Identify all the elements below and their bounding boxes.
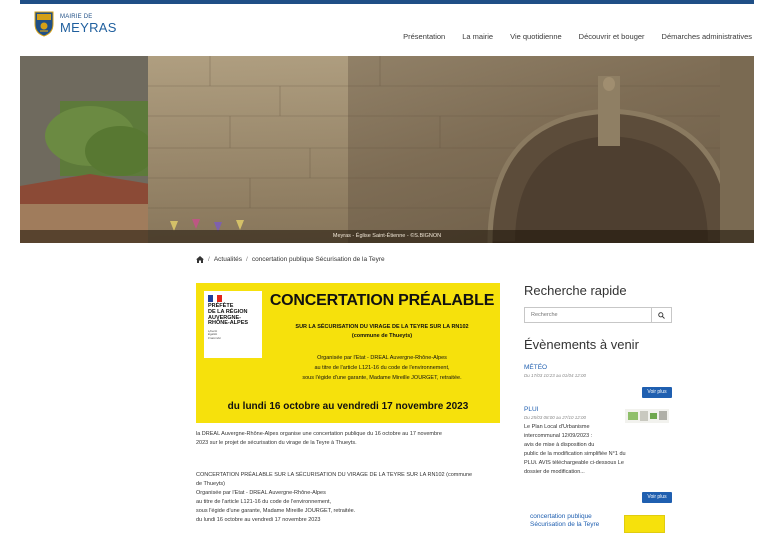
nav-item-vie-quotidienne[interactable]: Vie quotidienne — [510, 32, 562, 41]
nav-item-presentation[interactable]: Présentation — [403, 32, 445, 41]
voir-plus-button[interactable]: Voir plus — [642, 492, 672, 503]
article-details: CONCERTATION PRÉALABLE SUR LA SÉCURISATI… — [196, 472, 473, 523]
breadcrumb-separator: / — [246, 256, 248, 263]
breadcrumb-separator: / — [208, 256, 210, 263]
prefecture-logo: PRÉFÈTE DE LA RÉGION AUVERGNE- RHÔNE-ALP… — [204, 291, 262, 358]
search-heading: Recherche rapide — [524, 283, 627, 298]
event-item-concertation: concertation publique Sécurisation de la… — [530, 513, 672, 533]
breadcrumb: / Actualités / concertation publique Séc… — [196, 256, 385, 263]
event-item-meteo: MÉTÉO Du 17/03 10:23 au 01/04 12:00 — [524, 364, 586, 378]
sidebar: Recherche rapide Évènements à venir MÉTÉ… — [524, 283, 672, 533]
event-desc-plui: Le Plan Local d'Urbanisme intercommunal … — [524, 424, 626, 475]
hero-banner: Meyras - Église Saint-Étienne - ©S.BIGNO… — [20, 56, 754, 243]
article-intro: la DREAL Auvergne-Rhône-Alpes organise u… — [196, 431, 442, 446]
breadcrumb-item-actualites[interactable]: Actualités — [214, 256, 242, 263]
home-icon[interactable] — [196, 256, 204, 263]
logo-title: MEYRAS — [60, 20, 117, 35]
site-header: MAIRIE DE MEYRAS Présentation La mairie … — [20, 4, 754, 56]
search-box — [524, 307, 672, 323]
events-heading: Évènements à venir — [524, 337, 639, 352]
prefecture-name: PRÉFÈTE DE LA RÉGION AUVERGNE- RHÔNE-ALP… — [208, 303, 249, 327]
plui-map-thumbnail[interactable] — [625, 409, 669, 423]
french-flag-icon — [208, 295, 223, 302]
poster-body: Organisée par l'Etat - DREAL Auvergne-Rh… — [302, 355, 462, 382]
event-title-meteo[interactable]: MÉTÉO — [524, 364, 586, 371]
coat-of-arms-icon — [34, 11, 54, 37]
nav-item-la-mairie[interactable]: La mairie — [462, 32, 493, 41]
poster-dates: du lundi 16 octobre au vendredi 17 novem… — [227, 401, 469, 412]
hero-photo — [20, 56, 754, 243]
nav-item-decouvrir[interactable]: Découvrir et bouger — [579, 32, 645, 41]
site-logo[interactable]: MAIRIE DE MEYRAS — [34, 11, 117, 37]
republic-motto: Liberté Égalité Fraternité — [208, 329, 221, 340]
event-item-plui: PLUI Du 25/03 08:00 au 27/10 12:00 Le Pl… — [524, 406, 672, 477]
search-input[interactable] — [525, 308, 651, 322]
event-title-concertation[interactable]: concertation publique Sécurisation de la… — [530, 513, 620, 530]
voir-plus-button[interactable]: Voir plus — [642, 387, 672, 398]
main-nav: Présentation La mairie Vie quotidienne D… — [403, 32, 752, 41]
poster-title: CONCERTATION PRÉALABLE — [269, 292, 495, 309]
concertation-thumbnail[interactable] — [624, 515, 665, 533]
poster-subtitle: SUR LA SÉCURISATION DU VIRAGE DE LA TEYR… — [295, 324, 469, 340]
nav-item-demarches[interactable]: Démarches administratives — [662, 32, 752, 41]
hero-caption: Meyras - Église Saint-Étienne - ©S.BIGNO… — [20, 230, 754, 243]
concertation-poster: PRÉFÈTE DE LA RÉGION AUVERGNE- RHÔNE-ALP… — [196, 283, 500, 423]
breadcrumb-item-current: concertation publique Sécurisation de la… — [251, 256, 385, 263]
search-icon — [658, 311, 665, 319]
event-date-meteo: Du 17/03 10:23 au 01/04 12:00 — [524, 373, 587, 378]
search-button[interactable] — [651, 308, 671, 322]
